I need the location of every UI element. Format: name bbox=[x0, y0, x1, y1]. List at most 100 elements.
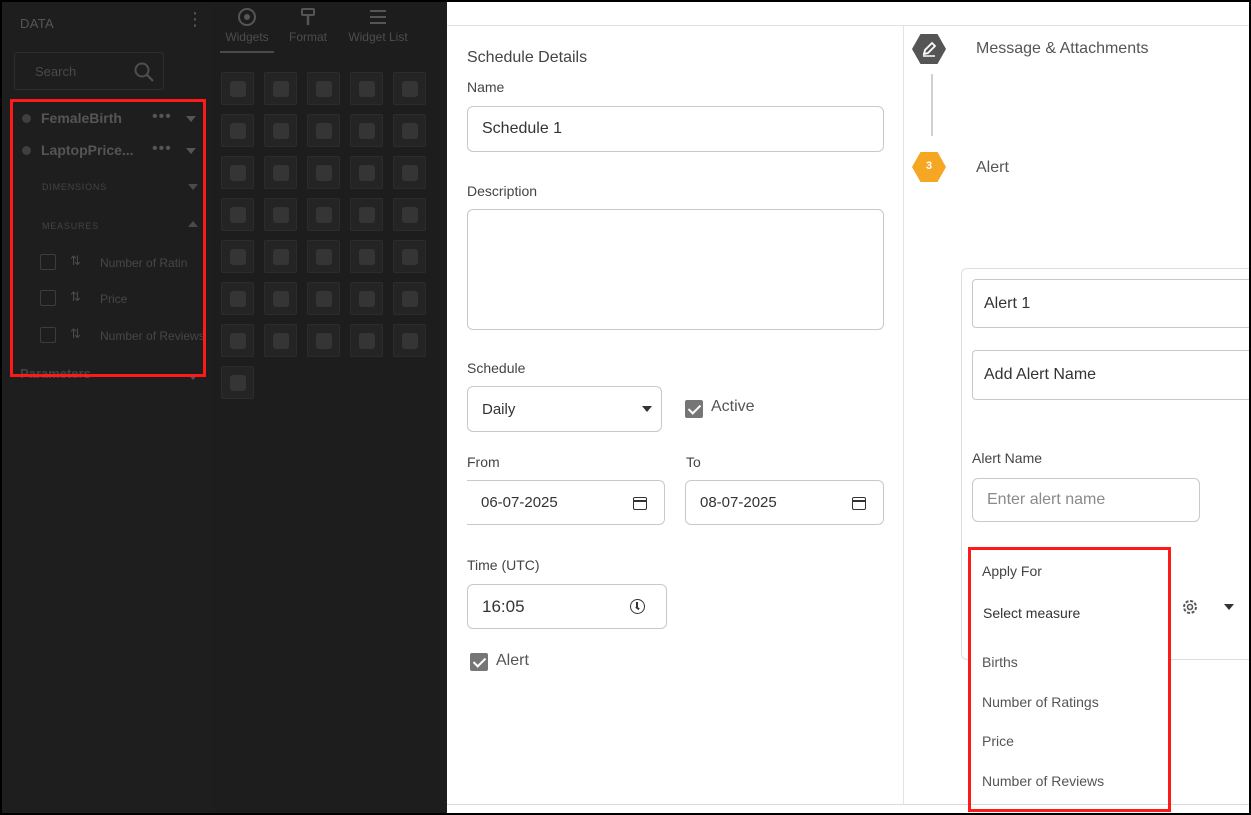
widget-tile[interactable] bbox=[393, 324, 426, 357]
calendar-icon[interactable] bbox=[852, 497, 866, 510]
calendar-icon[interactable] bbox=[633, 497, 647, 510]
search-placeholder: Search bbox=[35, 64, 77, 79]
chevron-down-icon[interactable] bbox=[1224, 604, 1234, 610]
widget-tile[interactable] bbox=[221, 282, 254, 315]
add-alert-name-label: Add Alert Name bbox=[984, 366, 1097, 383]
time-label: Time (UTC) bbox=[467, 557, 540, 573]
widget-tile[interactable] bbox=[307, 282, 340, 315]
widget-tile[interactable] bbox=[307, 198, 340, 231]
screenshot-frame: DATA ⋮ Search FemaleBirth ••• LaptopPric… bbox=[0, 0, 1251, 815]
name-label: Name bbox=[467, 79, 505, 95]
widget-tile[interactable] bbox=[393, 240, 426, 273]
widget-tile[interactable] bbox=[350, 282, 383, 315]
widget-tile[interactable] bbox=[393, 282, 426, 315]
widget-tile[interactable] bbox=[350, 324, 383, 357]
highlight-box-data-panel bbox=[10, 99, 206, 377]
active-tab-indicator bbox=[220, 51, 274, 53]
alert-item-header[interactable]: Alert 1 bbox=[972, 279, 1249, 328]
widget-tile[interactable] bbox=[264, 114, 297, 147]
widget-tile[interactable] bbox=[264, 282, 297, 315]
from-date-value: 06-07-2025 bbox=[481, 494, 558, 511]
divider bbox=[447, 25, 1249, 26]
tab-label: Widgets bbox=[225, 30, 269, 44]
description-label: Description bbox=[467, 183, 538, 199]
tab-label: Widget List bbox=[348, 30, 408, 44]
alert-name-label: Alert Name bbox=[972, 450, 1043, 466]
widget-tile[interactable] bbox=[307, 114, 340, 147]
widget-tile[interactable] bbox=[264, 198, 297, 231]
widget-tile[interactable] bbox=[393, 156, 426, 189]
widget-tile[interactable] bbox=[393, 72, 426, 105]
tab-widgets[interactable]: Widgets bbox=[220, 6, 274, 44]
data-panel-title: DATA bbox=[20, 16, 54, 31]
time-input[interactable]: 16:05 bbox=[467, 584, 667, 629]
time-value: 16:05 bbox=[482, 597, 525, 616]
description-field[interactable] bbox=[467, 209, 884, 330]
designer-panel: DATA ⋮ Search FemaleBirth ••• LaptopPric… bbox=[2, 2, 445, 813]
to-label: To bbox=[686, 454, 701, 470]
clock-icon[interactable] bbox=[630, 599, 645, 614]
column-divider bbox=[903, 26, 904, 804]
alert-name-placeholder: Enter alert name bbox=[987, 491, 1106, 508]
step-icon-message-attachments[interactable] bbox=[912, 34, 946, 64]
name-value: Schedule 1 bbox=[482, 120, 563, 137]
from-date-input[interactable]: 06-07-2025 bbox=[467, 480, 665, 525]
widgets-icon bbox=[238, 8, 256, 26]
widget-tile[interactable] bbox=[393, 114, 426, 147]
alert-name-input[interactable]: Enter alert name bbox=[972, 478, 1200, 522]
from-label: From bbox=[467, 454, 500, 470]
to-date-value: 08-07-2025 bbox=[700, 494, 777, 511]
widget-tile[interactable] bbox=[350, 72, 383, 105]
format-icon bbox=[301, 8, 315, 25]
alert-checkbox[interactable] bbox=[470, 653, 488, 671]
tab-format[interactable]: Format bbox=[282, 6, 334, 44]
widget-tile[interactable] bbox=[307, 156, 340, 189]
step-number: 3 bbox=[925, 160, 933, 172]
widget-tile[interactable] bbox=[307, 240, 340, 273]
schedule-select[interactable]: Daily bbox=[467, 386, 662, 432]
widget-tile[interactable] bbox=[221, 198, 254, 231]
alert-checkbox-label: Alert bbox=[496, 652, 529, 669]
more-options-icon[interactable]: ⋮ bbox=[186, 10, 204, 28]
chevron-down-icon bbox=[642, 406, 652, 412]
name-field[interactable]: Schedule 1 bbox=[467, 106, 884, 152]
widget-tile[interactable] bbox=[307, 72, 340, 105]
step-label-alert[interactable]: Alert bbox=[976, 159, 1009, 177]
search-icon[interactable] bbox=[133, 61, 155, 83]
widget-tile[interactable] bbox=[393, 198, 426, 231]
step-icon-alert[interactable]: 3 bbox=[912, 152, 946, 182]
widget-tile[interactable] bbox=[221, 114, 254, 147]
widget-tile[interactable] bbox=[264, 324, 297, 357]
step-label-message-attachments[interactable]: Message & Attachments bbox=[976, 40, 1149, 58]
widget-tile[interactable] bbox=[221, 366, 254, 399]
schedule-label: Schedule bbox=[467, 360, 526, 376]
widget-tile[interactable] bbox=[350, 240, 383, 273]
to-date-input[interactable]: 08-07-2025 bbox=[685, 480, 884, 525]
widget-tile[interactable] bbox=[350, 156, 383, 189]
stepper-connector bbox=[931, 74, 933, 136]
widget-tile[interactable] bbox=[221, 72, 254, 105]
widget-tile[interactable] bbox=[350, 114, 383, 147]
widget-tile[interactable] bbox=[221, 324, 254, 357]
widget-tile[interactable] bbox=[264, 72, 297, 105]
widget-tile[interactable] bbox=[221, 240, 254, 273]
data-search-box[interactable]: Search bbox=[14, 52, 164, 90]
widget-tile[interactable] bbox=[221, 156, 254, 189]
widget-tile[interactable] bbox=[350, 198, 383, 231]
alert-title: Alert 1 bbox=[984, 295, 1031, 312]
add-alert-name-button[interactable]: Add Alert Name bbox=[972, 350, 1249, 400]
widget-tile[interactable] bbox=[264, 156, 297, 189]
widget-tile[interactable] bbox=[307, 324, 340, 357]
tab-widget-list[interactable]: Widget List bbox=[340, 6, 416, 44]
active-checkbox[interactable] bbox=[685, 400, 703, 418]
widget-list-icon bbox=[370, 10, 386, 24]
highlight-box-apply-for bbox=[968, 547, 1171, 812]
active-label: Active bbox=[711, 398, 755, 415]
tab-label: Format bbox=[288, 30, 327, 44]
widget-tile[interactable] bbox=[264, 240, 297, 273]
gear-icon[interactable] bbox=[1181, 598, 1199, 616]
schedule-value: Daily bbox=[482, 401, 516, 418]
schedule-dialog: Schedule Details Name Schedule 1 Descrip… bbox=[447, 2, 1249, 813]
section-title-schedule-details: Schedule Details bbox=[467, 49, 588, 66]
pencil-icon bbox=[922, 41, 936, 57]
